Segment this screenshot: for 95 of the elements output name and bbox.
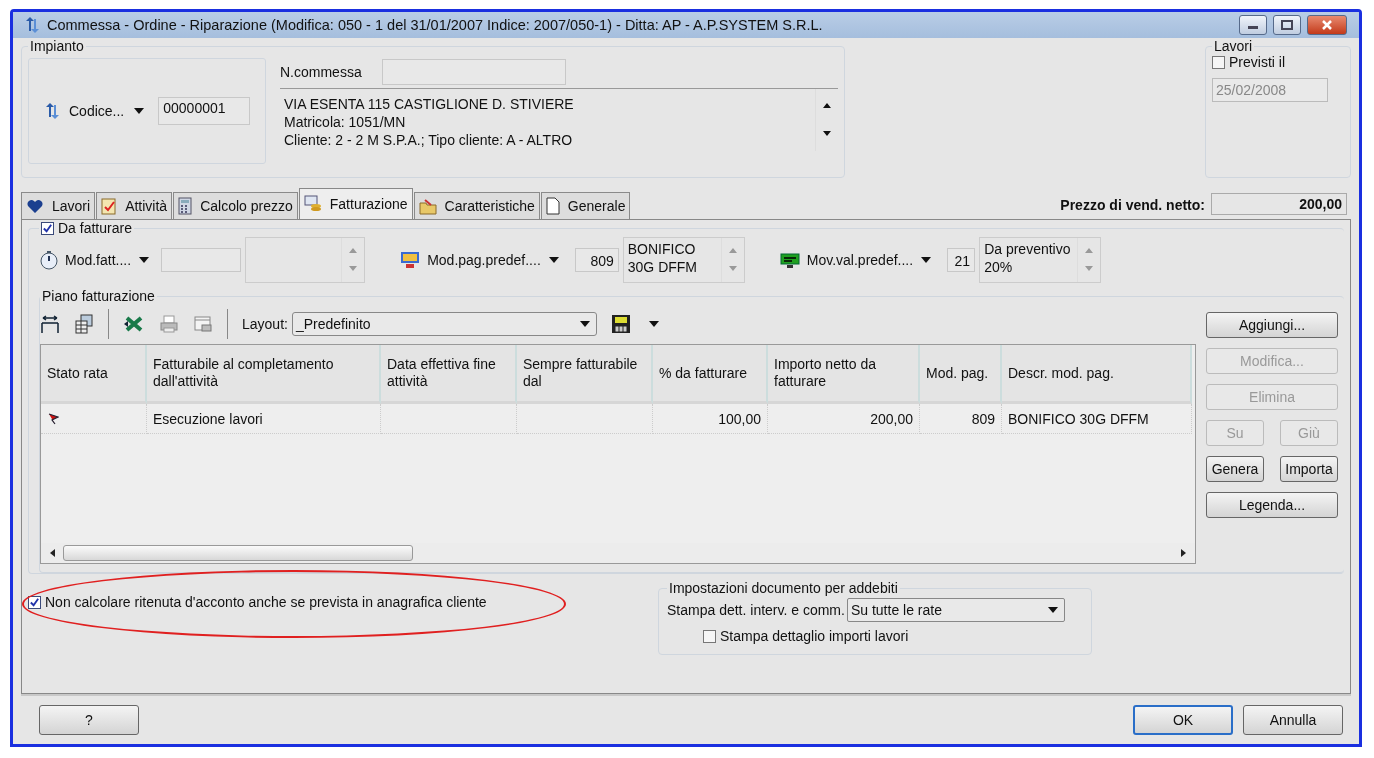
- folder-icon: [418, 197, 437, 215]
- checkbox-label: Non calcolare ritenuta d'acconto anche se prevista in anagrafica cliente: [45, 594, 487, 610]
- checkbox-label: Da fatturare: [58, 220, 132, 236]
- mod-pag-selector[interactable]: Mod.pag.predef....: [427, 252, 541, 268]
- group-title: Impianto: [29, 38, 85, 54]
- n-commessa-field[interactable]: [381, 59, 566, 85]
- computer-stack-icon: [399, 250, 422, 270]
- tab[interactable]: Caratteristiche: [413, 192, 540, 219]
- minimize-button[interactable]: [1239, 15, 1267, 35]
- tab[interactable]: Fatturazione: [298, 188, 413, 219]
- hearts-icon: [26, 198, 44, 214]
- column-header[interactable]: Mod. pag.: [920, 345, 1002, 404]
- scroll-left-icon[interactable]: [49, 549, 57, 557]
- table-cell: 809: [920, 404, 1002, 434]
- generate-button[interactable]: Genera: [1206, 456, 1264, 482]
- import-button[interactable]: Importa: [1280, 456, 1338, 482]
- tab[interactable]: Generale: [540, 192, 631, 219]
- maximize-button[interactable]: [1273, 15, 1301, 35]
- circuit-board-icon: [778, 250, 801, 270]
- checkbox[interactable]: [41, 221, 54, 235]
- help-button[interactable]: ?: [39, 705, 139, 735]
- group-title: Lavori: [1213, 38, 1254, 54]
- column-width-icon[interactable]: [40, 314, 60, 334]
- ok-button[interactable]: OK: [1133, 705, 1233, 735]
- printer-icon[interactable]: [159, 314, 179, 334]
- copy-table-icon[interactable]: [74, 314, 94, 334]
- caret-icon[interactable]: [921, 257, 932, 263]
- column-header[interactable]: Fatturabile al completamento dall'attività: [147, 345, 381, 404]
- code-field[interactable]: 21: [947, 248, 976, 272]
- column-header[interactable]: % da fatturare: [653, 345, 768, 404]
- clipboard-icon: [101, 197, 118, 215]
- tab[interactable]: Attività: [96, 192, 173, 219]
- print-detail-dropdown[interactable]: Su tutte le rate: [846, 598, 1065, 622]
- save-grid-icon[interactable]: [610, 314, 631, 334]
- field-label: Stampa dett. interv. e comm.: [667, 602, 845, 618]
- caret-icon: [579, 321, 590, 327]
- checkbox-label: Previsti il: [1229, 54, 1285, 70]
- checkbox[interactable]: [28, 595, 41, 609]
- arrows-icon: [25, 17, 41, 33]
- group-title: Piano fatturazione: [41, 288, 156, 304]
- tab[interactable]: Calcolo prezzo: [173, 192, 298, 219]
- column-header[interactable]: Descr. mod. pag.: [1002, 345, 1192, 404]
- close-button[interactable]: [1307, 15, 1347, 35]
- description-line: Da preventivo: [984, 240, 1072, 258]
- column-header[interactable]: Stato rata: [41, 345, 147, 404]
- layout-dropdown[interactable]: _Predefinito: [291, 312, 597, 336]
- coins-icon: [303, 195, 322, 213]
- code-selector[interactable]: Codice...: [69, 103, 125, 119]
- excel-export-icon[interactable]: [123, 314, 145, 334]
- mod-fatt-selector[interactable]: Mod.fatt....: [65, 252, 132, 268]
- stopwatch-icon: [39, 250, 59, 270]
- maximize-icon: [1280, 20, 1294, 30]
- address-line: VIA ESENTA 115 CASTIGLIONE D. STIVIERE: [284, 95, 575, 113]
- column-header[interactable]: Data effettiva fine attività: [381, 345, 517, 404]
- page-icon: [545, 197, 560, 215]
- price-label: Prezzo di vend. netto:: [1060, 197, 1205, 213]
- caret-icon: [1047, 607, 1058, 613]
- add-button[interactable]: Aggiungi...: [1206, 312, 1338, 338]
- description-line: 20%: [984, 258, 1014, 276]
- field-label: Layout:: [242, 316, 288, 332]
- column-header[interactable]: Importo netto da fatturare: [768, 345, 920, 404]
- flag-icon: [47, 412, 59, 425]
- table-cell: BONIFICO 30G DFFM: [1002, 404, 1192, 434]
- caret-icon[interactable]: [139, 257, 150, 263]
- address-line: Matricola: 1051/MN: [284, 113, 407, 131]
- price-field: 200,00: [1211, 193, 1347, 215]
- group-title: Impostazioni documento per addebiti: [668, 580, 899, 596]
- window-title: Commessa - Ordine - Riparazione (Modifica: 050 - 1 del 31/01/2007 Indice: 2007/050-1) - Ditta: AP - A.P.SYSTEM S.R.L.: [47, 17, 823, 33]
- caret-icon[interactable]: [548, 257, 559, 263]
- legend-button[interactable]: Legenda...: [1206, 492, 1338, 518]
- code-field[interactable]: 00000001: [158, 97, 251, 125]
- description-line: 30G DFFM: [627, 258, 698, 276]
- table-cell: 200,00: [768, 404, 920, 434]
- code-field[interactable]: [161, 248, 242, 272]
- cancel-button[interactable]: Annulla: [1243, 705, 1343, 735]
- scroll-right-icon[interactable]: [1179, 549, 1187, 557]
- close-icon: [1320, 20, 1334, 30]
- caret-icon[interactable]: [648, 321, 659, 327]
- tab[interactable]: Lavori: [21, 192, 96, 219]
- column-header[interactable]: Sempre fatturabile dal: [517, 345, 653, 404]
- description-line: BONIFICO: [627, 240, 697, 258]
- caret-icon[interactable]: [134, 108, 145, 114]
- code-field[interactable]: 809: [574, 248, 619, 272]
- checkbox[interactable]: [703, 629, 716, 643]
- mov-val-selector[interactable]: Mov.val.predef....: [806, 252, 914, 268]
- checkbox-label: Stampa dettaglio importi lavori: [720, 628, 909, 644]
- table-cell: 100,00: [653, 404, 768, 434]
- scrollbar-thumb[interactable]: [63, 545, 413, 561]
- calculator-icon: [178, 197, 193, 215]
- field-label: N.commessa: [280, 64, 362, 80]
- print-preview-icon[interactable]: [193, 314, 213, 334]
- arrows-icon: [45, 103, 61, 119]
- checkbox[interactable]: [1212, 55, 1225, 69]
- table-cell: Esecuzione lavori: [147, 404, 381, 434]
- address-line: Cliente: 2 - 2 M S.P.A.; Tipo cliente: A - ALTRO: [284, 131, 574, 149]
